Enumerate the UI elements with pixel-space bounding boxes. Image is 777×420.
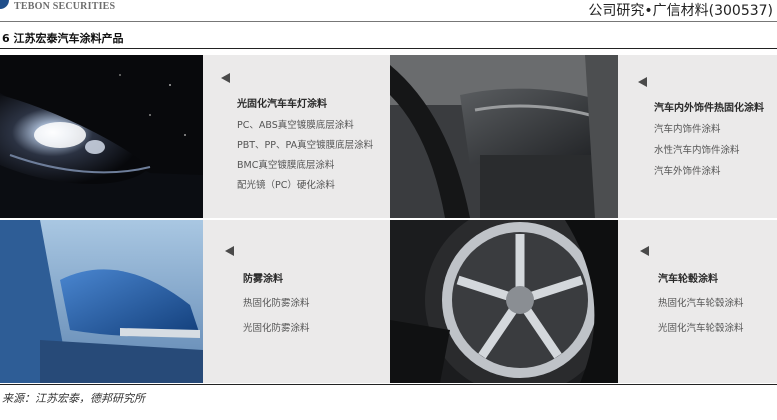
antifog-panel: 防雾涂料 热固化防雾涂料 光固化防雾涂料 <box>203 220 390 383</box>
panel-item: 汽车外饰件涂料 <box>654 166 721 177</box>
figure-title: 6 江苏宏泰汽车涂料产品 <box>2 32 124 45</box>
mirror-photo <box>0 220 203 383</box>
panel-item: 汽车内饰件涂料 <box>654 124 721 135</box>
panel-item: PBT、PP、PA真空镀膜底层涂料 <box>237 140 374 151</box>
panel-title: 防雾涂料 <box>243 274 283 285</box>
panel-item: 配光镜（PC）硬化涂料 <box>237 180 335 191</box>
wheel-photo <box>390 220 618 383</box>
panel-item: 热固化防雾涂料 <box>243 298 310 309</box>
panel-item: BMC真空镀膜底层涂料 <box>237 160 335 171</box>
panel-item: PC、ABS真空镀膜底层涂料 <box>237 120 354 131</box>
pointer-triangle-icon <box>221 73 230 83</box>
panel-item: 光固化防雾涂料 <box>243 323 310 334</box>
figure-source: 来源：江苏宏泰，德邦研究所 <box>2 392 145 405</box>
page-header: TEBON SECURITIES 公司研究•广信材料(300537) <box>0 0 777 22</box>
panel-item: 水性汽车内饰件涂料 <box>654 145 740 156</box>
panel-title: 汽车轮毂涂料 <box>658 274 718 285</box>
brand-name: TEBON SECURITIES <box>14 1 116 12</box>
header-divider <box>0 21 777 22</box>
pointer-triangle-icon <box>640 246 649 256</box>
figure-bottom-rule <box>0 384 777 385</box>
panel-item: 光固化汽车轮毂涂料 <box>658 323 744 334</box>
panel-title: 光固化汽车车灯涂料 <box>237 99 327 110</box>
panel-item: 热固化汽车轮毂涂料 <box>658 298 744 309</box>
figure-top-rule <box>0 48 777 49</box>
brand-logo-icon <box>0 0 9 9</box>
headlight-photo <box>0 55 203 218</box>
interior-panel: 汽车内外饰件热固化涂料 汽车内饰件涂料 水性汽车内饰件涂料 汽车外饰件涂料 <box>618 55 777 218</box>
interior-photo <box>390 55 618 218</box>
pointer-triangle-icon <box>225 246 234 256</box>
panel-title: 汽车内外饰件热固化涂料 <box>654 103 764 114</box>
pointer-triangle-icon <box>638 77 647 87</box>
report-title: 公司研究•广信材料(300537) <box>588 3 773 19</box>
wheel-panel: 汽车轮毂涂料 热固化汽车轮毂涂料 光固化汽车轮毂涂料 <box>618 220 777 383</box>
headlight-panel: 光固化汽车车灯涂料 PC、ABS真空镀膜底层涂料 PBT、PP、PA真空镀膜底层… <box>203 55 390 218</box>
